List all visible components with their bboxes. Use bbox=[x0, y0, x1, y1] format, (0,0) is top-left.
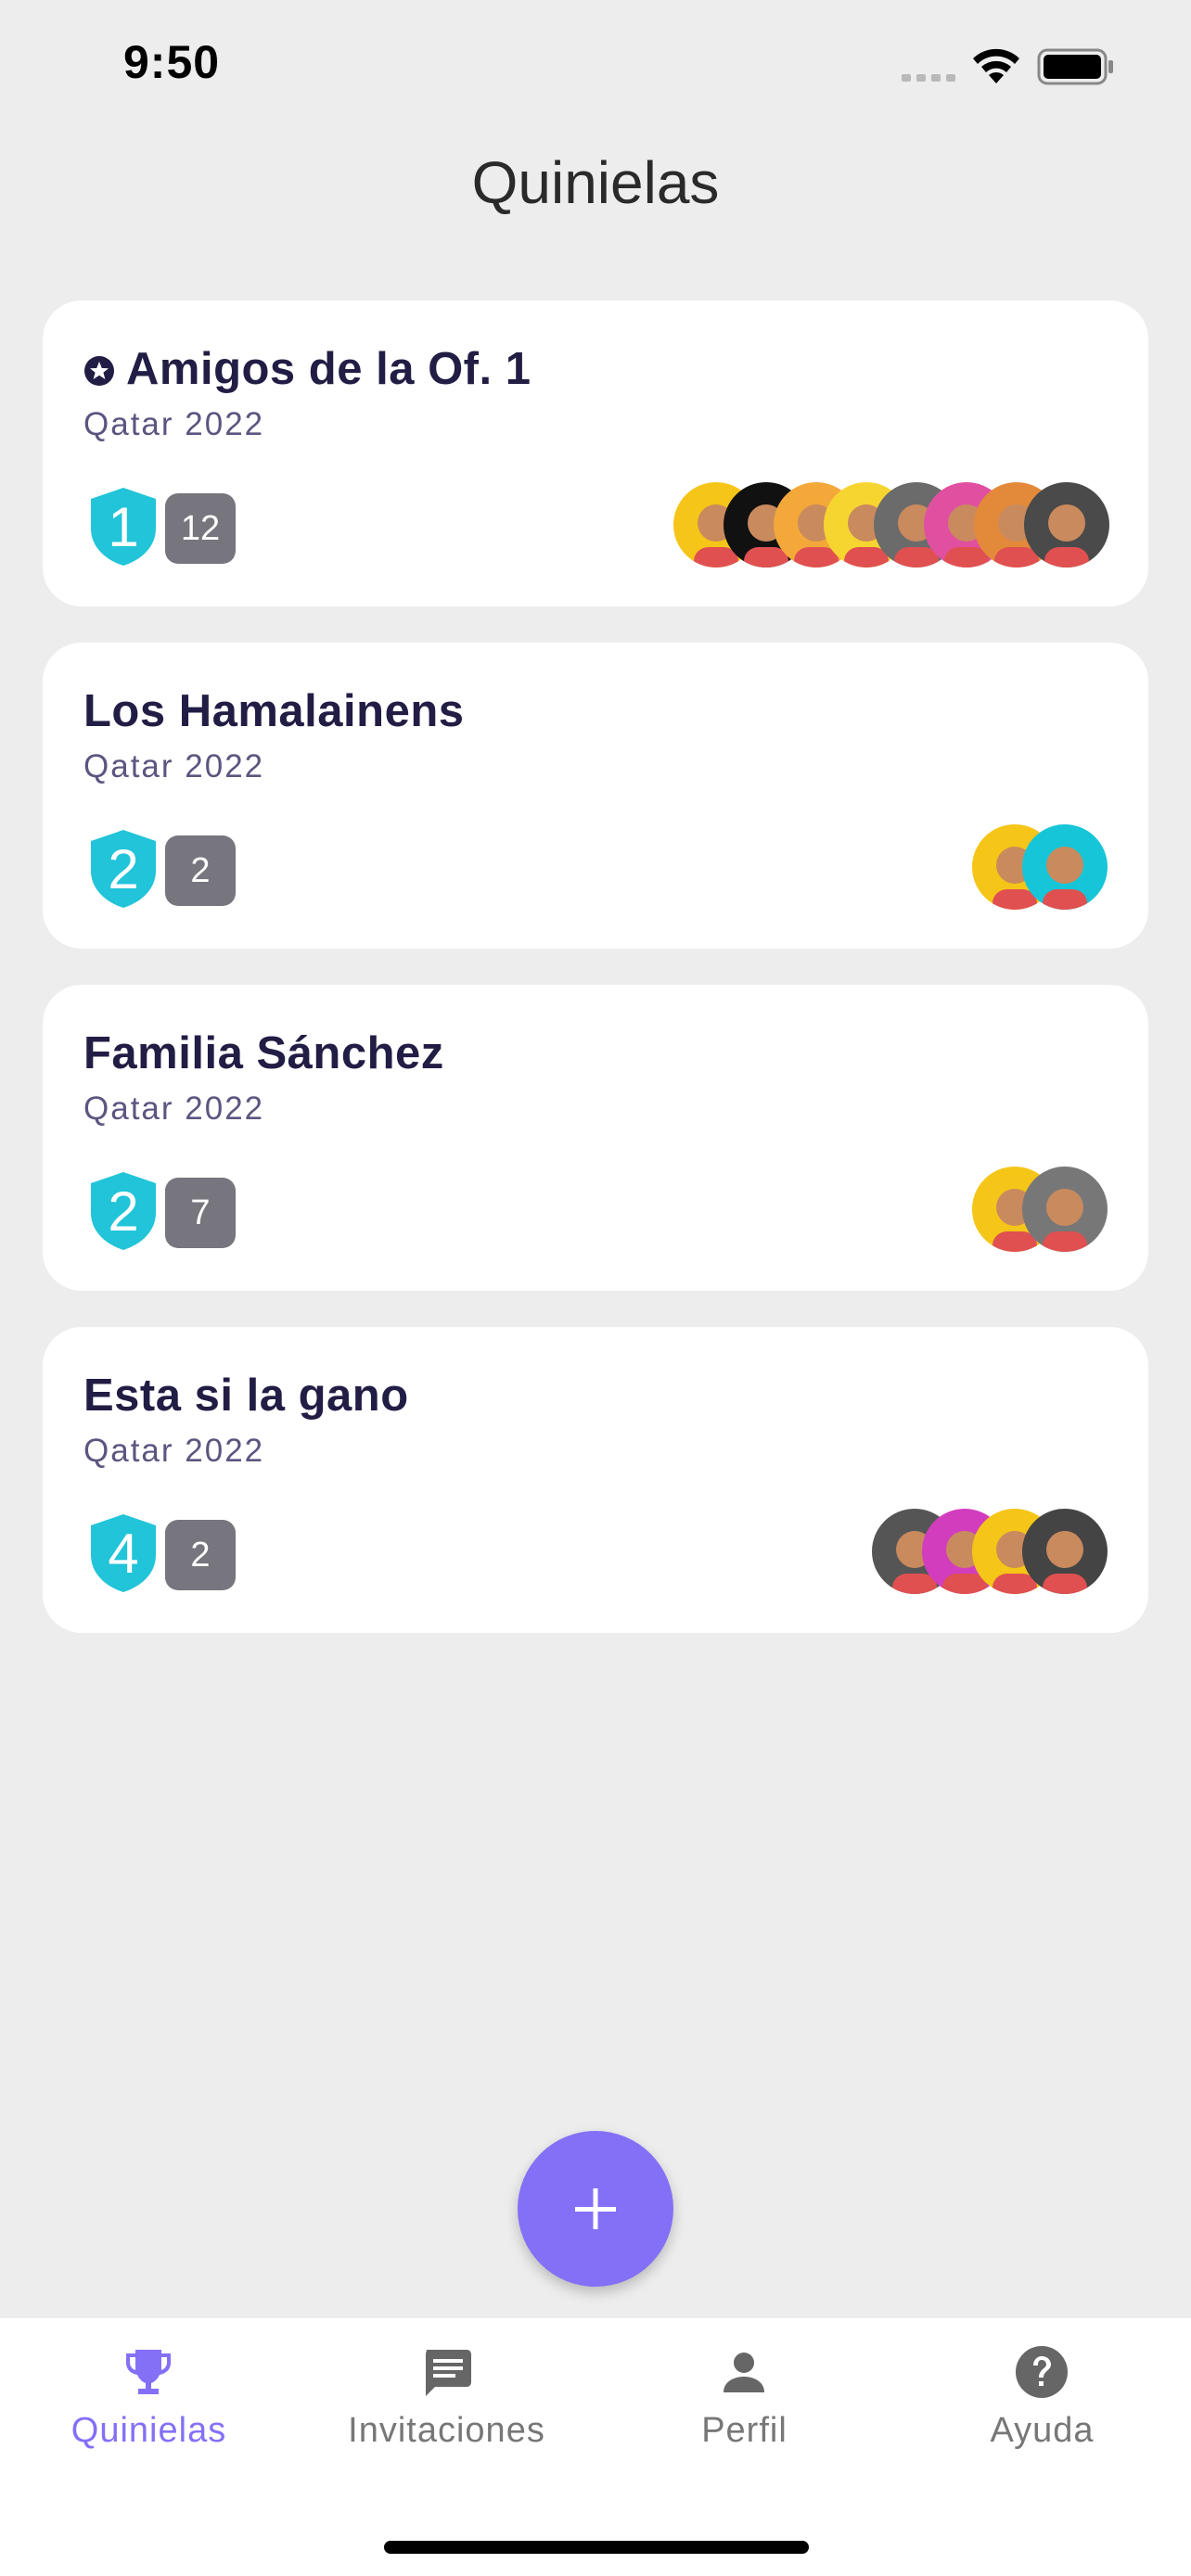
pool-name: Familia Sánchez bbox=[83, 1028, 444, 1078]
star-icon bbox=[84, 356, 114, 386]
pool-subtitle: Qatar 2022 bbox=[83, 1433, 265, 1469]
pool-name: Los Hamalainens bbox=[83, 686, 465, 736]
signal-icon bbox=[902, 74, 955, 82]
pool-card[interactable]: Amigos de la Of. 1 Qatar 2022 1 12 bbox=[43, 300, 1148, 606]
members-count-badge: 12 bbox=[165, 493, 236, 564]
avatar-stack bbox=[872, 1509, 1108, 1594]
tab-bar: Quinielas Invitaciones Perfil Ayuda bbox=[0, 2318, 1191, 2576]
pool-name: Amigos de la Of. 1 bbox=[126, 344, 531, 394]
avatar-stack bbox=[673, 482, 1109, 567]
tab-label: Perfil bbox=[701, 2411, 788, 2450]
tab-label: Invitaciones bbox=[348, 2411, 545, 2450]
member-avatar bbox=[1024, 482, 1109, 567]
rank-shield-badge: 2 bbox=[89, 828, 158, 910]
member-avatar bbox=[1022, 1167, 1108, 1252]
trophy-icon bbox=[126, 2350, 171, 2394]
rank-shield-badge: 2 bbox=[89, 1170, 158, 1252]
rank-number: 2 bbox=[108, 838, 139, 900]
pool-card[interactable]: Los Hamalainens Qatar 2022 2 2 bbox=[43, 643, 1148, 949]
page-title: Quinielas bbox=[471, 149, 720, 216]
pool-subtitle: Qatar 2022 bbox=[83, 1090, 265, 1127]
members-count-badge: 2 bbox=[165, 835, 236, 906]
status-bar: 9:50 bbox=[0, 0, 1191, 130]
add-pool-button[interactable] bbox=[518, 2131, 673, 2287]
status-time: 9:50 bbox=[123, 36, 221, 88]
plus-icon bbox=[575, 2188, 616, 2229]
tab-label: Ayuda bbox=[990, 2411, 1095, 2450]
pool-card[interactable]: Familia Sánchez Qatar 2022 2 7 bbox=[43, 985, 1148, 1291]
person-icon bbox=[724, 2353, 764, 2392]
pool-name: Esta si la gano bbox=[83, 1371, 409, 1421]
members-count-badge: 7 bbox=[165, 1178, 236, 1248]
pool-subtitle: Qatar 2022 bbox=[83, 748, 265, 784]
rank-shield-badge: 1 bbox=[89, 486, 158, 567]
rank-number: 4 bbox=[108, 1523, 139, 1585]
avatar-stack bbox=[972, 1167, 1108, 1252]
tab-ayuda[interactable]: Ayuda bbox=[893, 2318, 1191, 2504]
tab-perfil[interactable]: Perfil bbox=[596, 2318, 893, 2504]
tab-label: Quinielas bbox=[70, 2411, 227, 2450]
wifi-icon bbox=[973, 48, 1019, 83]
rank-number: 2 bbox=[108, 1180, 139, 1243]
tab-quinielas[interactable]: Quinielas bbox=[0, 2318, 298, 2504]
pool-card[interactable]: Esta si la gano Qatar 2022 4 2 bbox=[43, 1327, 1148, 1633]
help-icon bbox=[1016, 2346, 1068, 2398]
pool-subtitle: Qatar 2022 bbox=[83, 406, 265, 442]
message-icon bbox=[426, 2350, 471, 2396]
member-avatar bbox=[1022, 824, 1108, 910]
member-avatar bbox=[1022, 1509, 1108, 1594]
battery-icon bbox=[1037, 48, 1113, 85]
avatar-stack bbox=[972, 824, 1108, 910]
rank-shield-badge: 4 bbox=[89, 1512, 158, 1594]
home-indicator bbox=[384, 2541, 809, 2554]
rank-number: 1 bbox=[108, 496, 139, 558]
members-count-badge: 2 bbox=[165, 1520, 236, 1590]
tab-invitaciones[interactable]: Invitaciones bbox=[298, 2318, 596, 2504]
